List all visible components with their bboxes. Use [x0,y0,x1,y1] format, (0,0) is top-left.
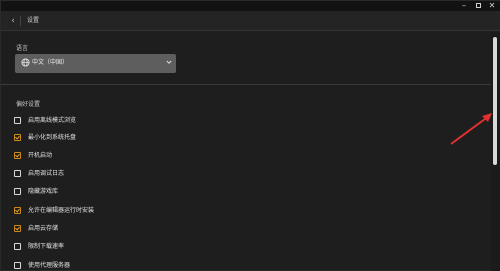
checkbox[interactable] [14,117,21,124]
option-label: 允许在编辑器运行时安装 [28,207,95,214]
option-label: 使用代理服务器 [28,262,71,269]
page-header: ‹ 设置 [1,11,500,31]
option-cloud-storage[interactable]: 启用云存储 [14,224,214,234]
settings-window: – ✕ ‹ 设置 语言 中文（中国） 偏好设置 启用离线模式浏览 最小化到系统托… [0,0,500,271]
option-hide-library[interactable]: 隐藏游戏库 [14,187,214,197]
chevron-down-icon [166,60,172,64]
settings-content: 语言 中文（中国） 偏好设置 启用离线模式浏览 最小化到系统托盘 开机启动 启用… [1,32,491,271]
option-proxy-server[interactable]: 使用代理服务器 [14,261,214,271]
language-select-value: 中文（中国） [32,59,69,66]
option-label: 开机启动 [28,152,53,159]
title-bar: – ✕ [1,1,500,11]
option-label: 最小化到系统托盘 [28,134,77,141]
option-label: 启用离线模式浏览 [28,117,77,124]
checkbox[interactable] [14,243,21,250]
checkbox[interactable] [14,152,21,159]
option-minimize-to-tray[interactable]: 最小化到系统托盘 [14,133,214,143]
page-title: 设置 [27,17,40,24]
header-divider [20,16,21,26]
option-label: 隐藏游戏库 [28,188,59,195]
option-label: 启用云存储 [28,225,59,232]
language-select[interactable]: 中文（中国） [15,54,176,73]
option-debug-log[interactable]: 启用调试日志 [14,169,214,179]
checkbox[interactable] [14,262,21,269]
option-limit-download[interactable]: 限制下载速率 [14,242,214,252]
option-launch-on-startup[interactable]: 开机启动 [14,151,214,161]
checkbox[interactable] [14,188,21,195]
minimize-icon[interactable]: – [457,1,471,11]
back-icon[interactable]: ‹ [8,15,18,27]
checkbox[interactable] [14,207,21,214]
language-section-label: 语言 [16,45,29,52]
annotation-arrow-icon [450,113,492,145]
section-divider [1,84,491,85]
option-label: 启用调试日志 [28,170,65,177]
checkbox[interactable] [14,225,21,232]
checkbox[interactable] [14,170,21,177]
maximize-icon[interactable] [471,1,485,11]
globe-icon [21,58,30,67]
option-install-while-editor[interactable]: 允许在编辑器运行时安装 [14,206,214,216]
option-label: 限制下载速率 [28,243,65,250]
option-offline-mode[interactable]: 启用离线模式浏览 [14,116,214,126]
preferences-section-label: 偏好设置 [16,101,41,108]
close-icon[interactable]: ✕ [485,1,499,11]
checkbox[interactable] [14,134,21,141]
